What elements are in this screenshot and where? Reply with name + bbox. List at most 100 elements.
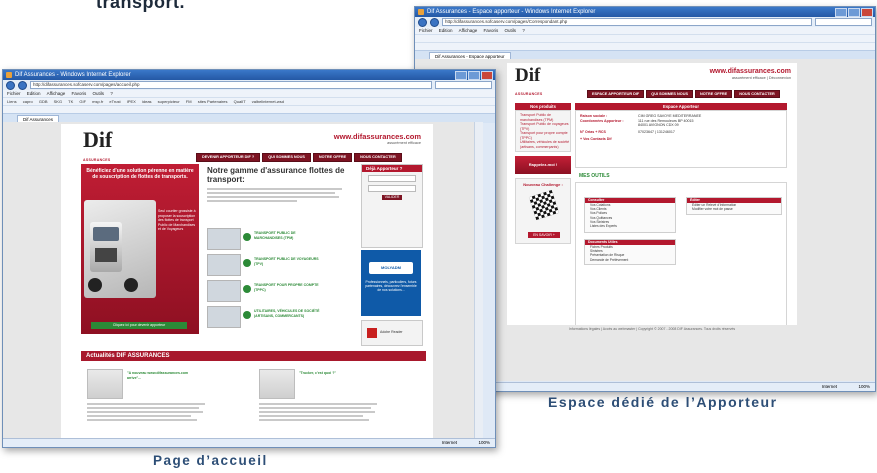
- adobe-reader-ad[interactable]: Adobe Reader: [361, 320, 423, 346]
- caption-apporteur: Espace dédié de l’Apporteur: [548, 394, 778, 410]
- link-item[interactable]: SKG: [54, 99, 62, 104]
- link-item[interactable]: TK: [68, 99, 73, 104]
- pdf-icon: [367, 328, 377, 338]
- nav-devenir-apporteur[interactable]: DEVENIR APPORTEUR DIF ?: [196, 153, 261, 162]
- forward-icon[interactable]: [430, 17, 439, 27]
- link-item[interactable]: sites Partenaires: [198, 99, 228, 104]
- right-window-title: Dif Assurances - Espace apporteur - Wind…: [427, 9, 596, 15]
- maximize-button[interactable]: [468, 71, 480, 80]
- status-zoom[interactable]: 100%: [478, 439, 490, 447]
- category-tppc[interactable]: TRANSPORT POUR PROPRE COMPTE (TPPC): [207, 280, 357, 302]
- apporteur-content: Espace Apporteur Raison sociale : CIM GR…: [575, 103, 787, 325]
- menu-affichage[interactable]: Affichage: [459, 28, 478, 33]
- docs-panel: Documents Utiles Fiches Produits Sinistr…: [584, 239, 676, 265]
- become-apporteur-button[interactable]: Cliquez ici pour devenir apporteur: [91, 322, 187, 329]
- edit-item[interactable]: Modifier votre mot de passe: [687, 207, 781, 211]
- pdf-label: Adobe Reader: [380, 330, 403, 334]
- menu-affichage[interactable]: Affichage: [47, 91, 66, 96]
- category-tpm[interactable]: TRANSPORT PUBLIC DE MARCHANDISES (TPM): [207, 228, 357, 250]
- url-input[interactable]: http://difassurances.sofcaserv.com/pages…: [442, 18, 812, 26]
- category-label: UTILITAIRES, VÉHICULES DE SOCIÉTÉ (ARTIS…: [254, 309, 320, 318]
- link-item[interactable]: ideas: [142, 99, 152, 104]
- login-password-input[interactable]: [368, 185, 416, 192]
- menu-outils[interactable]: Outils: [505, 28, 517, 33]
- search-input[interactable]: [815, 18, 872, 26]
- product-link-utilitaires[interactable]: Utilitaires, véhicules de société (artis…: [516, 140, 570, 149]
- menu-fichier[interactable]: Fichier: [419, 28, 433, 33]
- tools-title: MES OUTILS: [579, 173, 610, 179]
- news-title-2[interactable]: "Trucker, c'est quoi ?": [299, 371, 369, 376]
- docs-item[interactable]: Demande de Prélèvement: [585, 258, 675, 262]
- status-zoom[interactable]: 100%: [858, 383, 870, 391]
- url-input[interactable]: http://difassurances.sofcaserv.com/pages…: [30, 81, 432, 89]
- minimize-button[interactable]: [835, 8, 847, 17]
- menu-outils[interactable]: Outils: [93, 91, 105, 96]
- minimize-button[interactable]: [455, 71, 467, 80]
- link-item[interactable]: valbelinternet-wsd: [252, 99, 284, 104]
- menu-help[interactable]: ?: [522, 28, 525, 33]
- molyadm-ad[interactable]: MOLYADM Professionnels, particuliers, fu…: [361, 250, 421, 316]
- menu-help[interactable]: ?: [110, 91, 113, 96]
- search-input[interactable]: [435, 81, 492, 89]
- back-icon[interactable]: [6, 80, 15, 90]
- nav-nous-contacter[interactable]: NOUS CONTACTER: [354, 153, 402, 162]
- site-nav: ESPACE APPORTEUR DIF QUI SOMMES NOUS NOT…: [587, 90, 780, 98]
- login-code-input[interactable]: [368, 175, 416, 182]
- page-scrollbar[interactable]: [474, 122, 483, 438]
- nav-espace-apporteur[interactable]: ESPACE APPORTEUR DIF: [587, 90, 645, 98]
- link-item[interactable]: eTrust: [109, 99, 120, 104]
- apporteur-site: Dif ASSURANCES www.difassurances.com ass…: [507, 63, 797, 325]
- links-label: Liens: [7, 99, 17, 104]
- logo-text: Dif: [515, 65, 541, 86]
- consult-item[interactable]: Listes des Experts: [585, 224, 675, 228]
- category-tpv[interactable]: TRANSPORT PUBLIC DE VOYAGEURS (TPV): [207, 254, 357, 276]
- maximize-button[interactable]: [848, 8, 860, 17]
- category-thumb: [207, 254, 241, 276]
- close-button[interactable]: [481, 71, 493, 80]
- menu-favoris[interactable]: Favoris: [484, 28, 499, 33]
- menu-bar: Fichier Edition Affichage Favoris Outils…: [415, 27, 875, 34]
- nav-qui-sommes-nous[interactable]: QUI SOMMES NOUS: [262, 153, 311, 162]
- callback-label: Rappelez-moi !: [528, 162, 558, 167]
- secondary-toolbar: [3, 105, 495, 113]
- callback-banner[interactable]: Rappelez-moi !: [515, 156, 571, 174]
- menu-favoris[interactable]: Favoris: [72, 91, 87, 96]
- menu-edition[interactable]: Edition: [439, 28, 453, 33]
- menu-edition[interactable]: Edition: [27, 91, 41, 96]
- product-link-tppc[interactable]: Transport pour propre compte (TPPC): [516, 131, 570, 140]
- close-button[interactable]: [861, 8, 873, 17]
- forward-icon[interactable]: [18, 80, 27, 90]
- window-controls: [835, 8, 873, 17]
- category-thumb: [207, 280, 241, 302]
- site-nav: DEVENIR APPORTEUR DIF ? QUI SOMMES NOUS …: [196, 153, 402, 162]
- ad-text: Professionnels, particuliers, futurs par…: [365, 280, 417, 293]
- link-item[interactable]: FM: [186, 99, 192, 104]
- nav-qui-sommes-nous[interactable]: QUI SOMMES NOUS: [646, 90, 693, 98]
- product-link-tpm[interactable]: Transport Public de marchandises (TPM): [516, 113, 570, 122]
- news-title-1[interactable]: "A nouveau www.difassurances.com arrive"…: [127, 371, 197, 380]
- link-item[interactable]: capro: [23, 99, 33, 104]
- right-window-titlebar: Dif Assurances - Espace apporteur - Wind…: [415, 7, 875, 17]
- molyadm-logo: MOLYADM: [369, 262, 413, 274]
- category-utilitaires[interactable]: UTILITAIRES, VÉHICULES DE SOCIÉTÉ (ARTIS…: [207, 306, 357, 328]
- checkered-flag-icon: [528, 189, 560, 221]
- login-validate-button[interactable]: VALIDER: [382, 195, 402, 200]
- contacts-link[interactable]: + Vos Contacts Dif: [580, 137, 782, 141]
- link-item[interactable]: superpicteur: [158, 99, 180, 104]
- field-value: 111 rue des Remouleurs BP 40015 84001 AV…: [638, 118, 694, 128]
- menu-fichier[interactable]: Fichier: [7, 91, 21, 96]
- link-item[interactable]: QualIT: [234, 99, 246, 104]
- nav-notre-offre[interactable]: NOTRE OFFRE: [694, 90, 733, 98]
- link-item[interactable]: msp.fr: [92, 99, 103, 104]
- back-icon[interactable]: [418, 17, 427, 27]
- link-item[interactable]: GIF: [79, 99, 86, 104]
- link-item[interactable]: IPEX: [127, 99, 136, 104]
- nav-nous-contacter[interactable]: NOUS CONTACTER: [734, 90, 780, 98]
- learn-more-button[interactable]: EN SAVOIR +: [528, 232, 560, 238]
- product-link-tpv[interactable]: Transport Public de voyageurs (TPV): [516, 122, 570, 131]
- hero-title: Bénéficiez d'une solution pérenne en mat…: [86, 168, 194, 180]
- nav-notre-offre[interactable]: NOTRE OFFRE: [312, 153, 353, 162]
- space-header: Espace Apporteur: [575, 103, 787, 110]
- logo-subtext: ASSURANCES: [515, 92, 543, 96]
- link-item[interactable]: GDB: [39, 99, 48, 104]
